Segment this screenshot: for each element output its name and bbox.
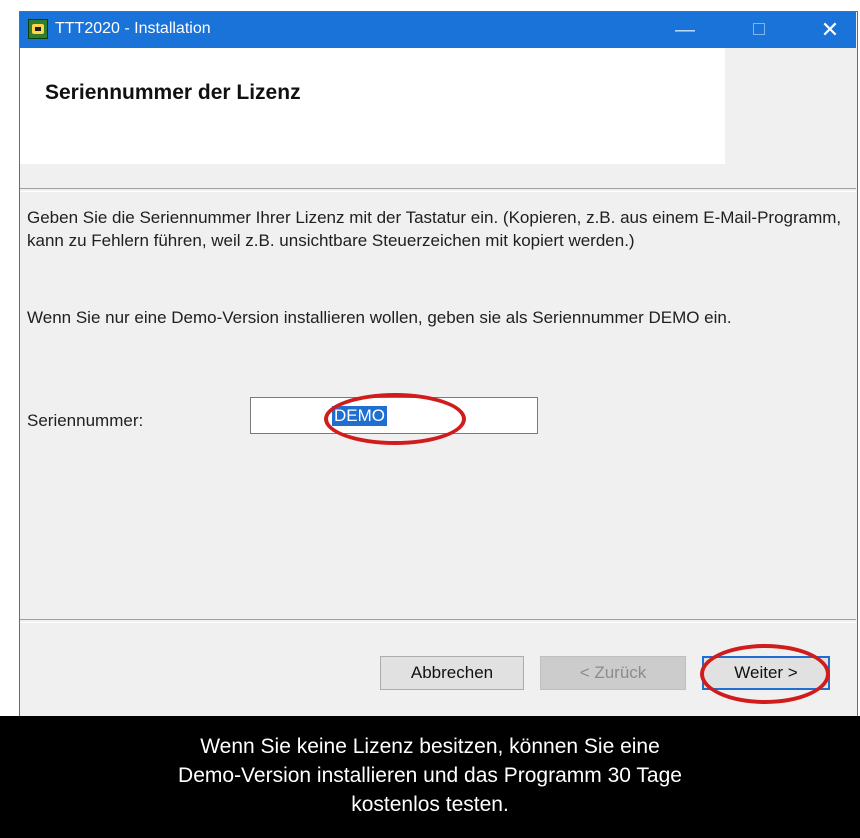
serial-input[interactable]: DEMO bbox=[250, 397, 538, 434]
maximize-button[interactable] bbox=[736, 12, 782, 48]
footer-divider bbox=[20, 619, 856, 623]
page-title: Seriennummer der Lizenz bbox=[45, 81, 301, 104]
window-title: TTT2020 - Installation bbox=[55, 20, 211, 37]
minimize-button[interactable]: — bbox=[662, 12, 708, 48]
caption-line-3: kostenlos testen. bbox=[351, 793, 509, 816]
caption-line-1: Wenn Sie keine Lizenz besitzen, können S… bbox=[200, 735, 660, 758]
serial-value: DEMO bbox=[332, 406, 387, 426]
instruction-text: Geben Sie die Seriennummer Ihrer Lizenz … bbox=[27, 208, 842, 250]
cancel-button[interactable]: Abbrechen bbox=[380, 656, 524, 690]
back-button[interactable]: < Zurück bbox=[540, 656, 686, 690]
caption-bar: Wenn Sie keine Lizenz besitzen, können S… bbox=[0, 716, 860, 838]
header-panel: Seriennummer der Lizenz bbox=[20, 48, 725, 164]
next-button[interactable]: Weiter > bbox=[702, 656, 830, 690]
app-icon bbox=[28, 19, 48, 39]
demo-hint-text: Wenn Sie nur eine Demo-Version installie… bbox=[27, 308, 732, 327]
maximize-icon bbox=[753, 23, 765, 36]
title-bar[interactable]: TTT2020 - Installation — ✕ bbox=[20, 12, 856, 48]
header-divider bbox=[20, 188, 856, 192]
close-button[interactable]: ✕ bbox=[807, 12, 853, 48]
serial-label: Seriennummer: bbox=[27, 411, 144, 430]
caption-line-2: Demo-Version installieren und das Progra… bbox=[178, 764, 682, 787]
